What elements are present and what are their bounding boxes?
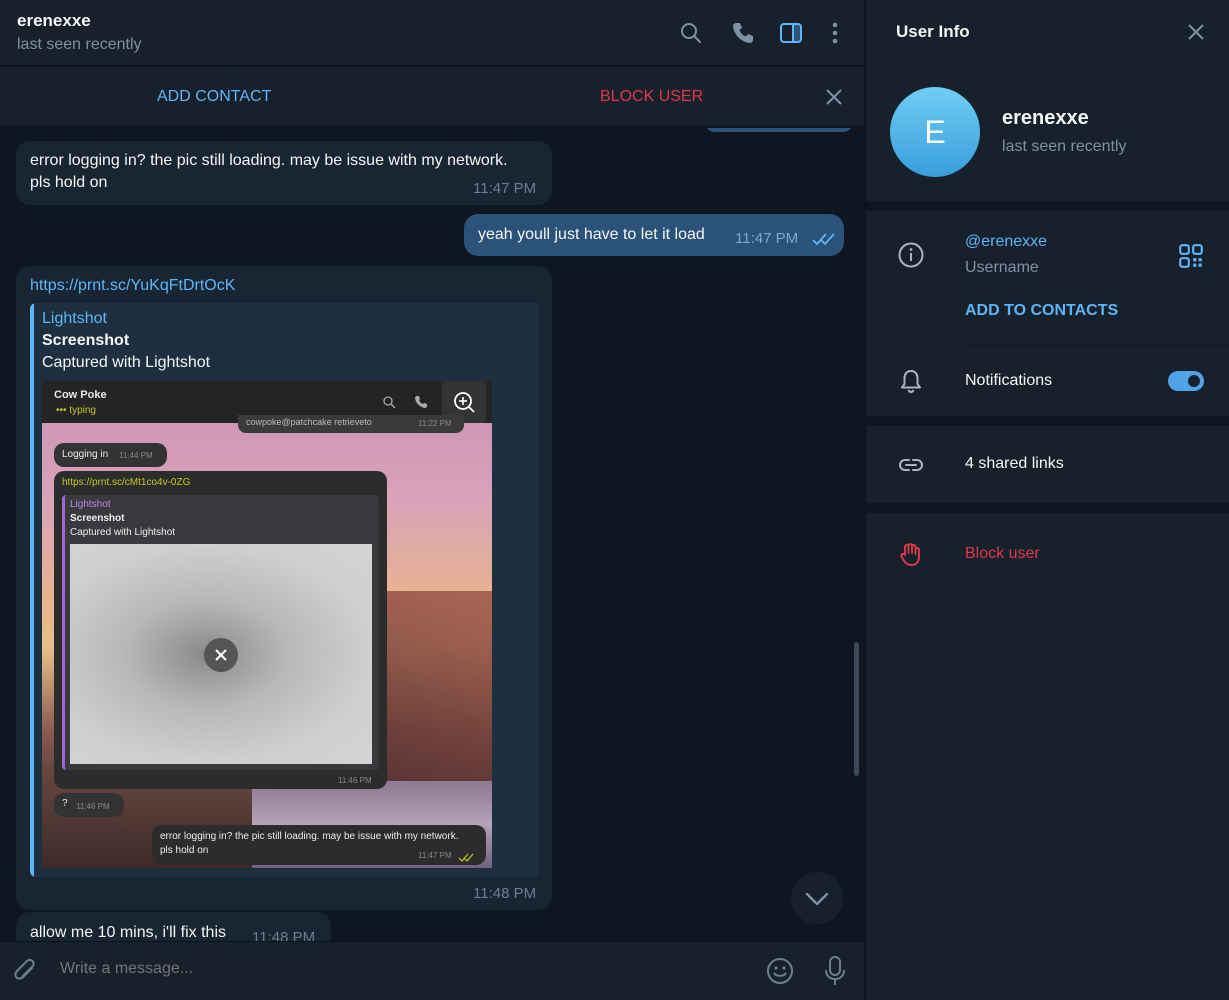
- embedded-preview-site: Lightshot: [70, 499, 111, 510]
- info-shared-section: 4 shared links: [866, 426, 1229, 503]
- username-value[interactable]: @erenexxe: [965, 233, 1047, 251]
- sidebar-toggle-icon[interactable]: [778, 20, 804, 46]
- close-icon: [204, 638, 238, 672]
- hand-stop-icon: [897, 540, 925, 568]
- embedded-q-text: ?: [62, 798, 68, 809]
- shared-links-item[interactable]: 4 shared links: [965, 455, 1064, 473]
- embedded-blurred-image: [70, 544, 372, 764]
- embedded-top-time: 11:22 PM: [418, 419, 452, 428]
- notifications-label: Notifications: [965, 372, 1053, 389]
- message-text: allow me 10 mins, i'll fix this: [30, 924, 226, 941]
- info-actions-section: Block user: [866, 513, 1229, 1000]
- add-contact-button[interactable]: ADD CONTACT: [157, 88, 271, 106]
- preview-image[interactable]: Cow Poke ••• typing cowpoke@patchcake re…: [42, 381, 492, 868]
- embedded-top-bubble: cowpoke@patchcake retrieveto 11:22 PM: [238, 415, 464, 433]
- contact-action-bar: ADD CONTACT BLOCK USER: [0, 67, 864, 127]
- chat-title[interactable]: erenexxe: [17, 11, 91, 31]
- close-icon[interactable]: [1184, 20, 1208, 44]
- message-time: 11:47 PM: [473, 180, 537, 197]
- embedded-bubble: ? 11:46 PM: [54, 793, 124, 817]
- user-info-panel: User Info E erenexxe last seen recently …: [865, 0, 1229, 1000]
- message-input[interactable]: [60, 960, 720, 978]
- message-text: error logging in? the pic still loading.…: [30, 152, 508, 191]
- profile-status: last seen recently: [1002, 138, 1127, 155]
- embedded-typing-status: ••• typing: [56, 405, 96, 416]
- preview-description: Captured with Lightshot: [42, 354, 211, 371]
- chat-status: last seen recently: [17, 36, 142, 53]
- chat-pane: erenexxe last seen recently ADD CONTACT …: [0, 0, 864, 1000]
- preview-accent-bar: [30, 303, 34, 877]
- avatar[interactable]: E: [890, 87, 980, 177]
- scroll-to-bottom-button[interactable]: [791, 872, 843, 924]
- embedded-preview-desc: Captured with Lightshot: [70, 527, 176, 538]
- message-bubble-incoming[interactable]: allow me 10 mins, i'll fix this 11:48 PM: [16, 912, 331, 941]
- embedded-out-time: 11:47 PM: [418, 851, 452, 860]
- add-to-contacts-button[interactable]: ADD TO CONTACTS: [965, 302, 1118, 320]
- embedded-contact-name: Cow Poke: [54, 389, 107, 401]
- link-preview[interactable]: Lightshot Screenshot Captured with Light…: [30, 303, 539, 877]
- chevron-down-icon: [805, 892, 829, 906]
- username-label: Username: [965, 259, 1039, 276]
- search-icon[interactable]: [678, 20, 704, 46]
- block-user-item[interactable]: Block user: [965, 545, 1040, 563]
- embedded-link: https://prnt.sc/cMt1co4v-0ZG: [62, 477, 191, 488]
- preview-title: Screenshot: [42, 332, 130, 349]
- qr-code-icon[interactable]: [1177, 242, 1203, 268]
- close-icon[interactable]: [822, 85, 846, 109]
- emoji-icon[interactable]: [765, 956, 795, 986]
- embedded-top-text: cowpoke@patchcake retrieveto: [246, 417, 372, 427]
- bell-icon: [897, 367, 925, 395]
- notifications-toggle[interactable]: [1168, 371, 1204, 391]
- divider: [965, 345, 1229, 346]
- more-vertical-icon[interactable]: [822, 20, 848, 46]
- embedded-msg-text: Logging in: [62, 449, 109, 460]
- search-icon: [382, 395, 396, 409]
- embedded-preview: Lightshot Screenshot Captured with Light…: [62, 495, 379, 770]
- message-bubble-incoming[interactable]: https://prnt.sc/YuKqFtDrtOcK Lightshot S…: [16, 266, 552, 910]
- link-icon: [897, 451, 925, 479]
- embedded-q-time: 11:46 PM: [76, 802, 110, 811]
- embedded-status-text: typing: [69, 405, 96, 416]
- embedded-preview-time: 11:46 PM: [338, 776, 372, 785]
- embedded-msg-time: 11:44 PM: [119, 451, 153, 460]
- message-bubble-incoming[interactable]: error logging in? the pic still loading.…: [16, 141, 552, 205]
- panel-title: User Info: [896, 22, 970, 41]
- message-link[interactable]: https://prnt.sc/YuKqFtDrtOcK: [30, 277, 235, 295]
- previous-message-tail: [705, 128, 853, 132]
- paperclip-icon[interactable]: [12, 956, 40, 986]
- phone-icon: [414, 395, 428, 409]
- message-list[interactable]: error logging in? the pic still loading.…: [0, 128, 864, 941]
- embedded-link-bubble: https://prnt.sc/cMt1co4v-0ZG Lightshot S…: [54, 471, 387, 789]
- message-bubble-outgoing[interactable]: yeah youll just have to let it load 11:4…: [464, 214, 844, 256]
- message-time: 11:48 PM: [252, 929, 316, 941]
- message-text: yeah youll just have to let it load: [478, 226, 705, 243]
- microphone-icon[interactable]: [822, 955, 848, 987]
- embedded-preview-title: Screenshot: [70, 513, 125, 524]
- phone-icon[interactable]: [730, 20, 756, 46]
- chat-header: erenexxe last seen recently: [0, 0, 864, 66]
- double-check-icon: [812, 232, 836, 246]
- message-time: 11:48 PM: [473, 885, 537, 902]
- info-icon: [897, 241, 925, 269]
- block-user-button[interactable]: BLOCK USER: [600, 88, 703, 106]
- message-composer: [0, 941, 864, 1000]
- preview-site: Lightshot: [42, 310, 107, 327]
- profile-name: erenexxe: [1002, 107, 1089, 129]
- scrollbar[interactable]: [854, 642, 859, 776]
- message-time: 11:47 PM: [735, 230, 799, 247]
- info-profile-section: User Info E erenexxe last seen recently: [866, 0, 1229, 201]
- double-check-icon: [458, 850, 474, 862]
- embedded-bubble: Logging in 11:44 PM: [54, 443, 167, 467]
- embedded-out-bubble: error logging in? the pic still loading.…: [152, 825, 486, 865]
- typing-dots: •••: [56, 405, 67, 416]
- toggle-knob: [1186, 373, 1202, 389]
